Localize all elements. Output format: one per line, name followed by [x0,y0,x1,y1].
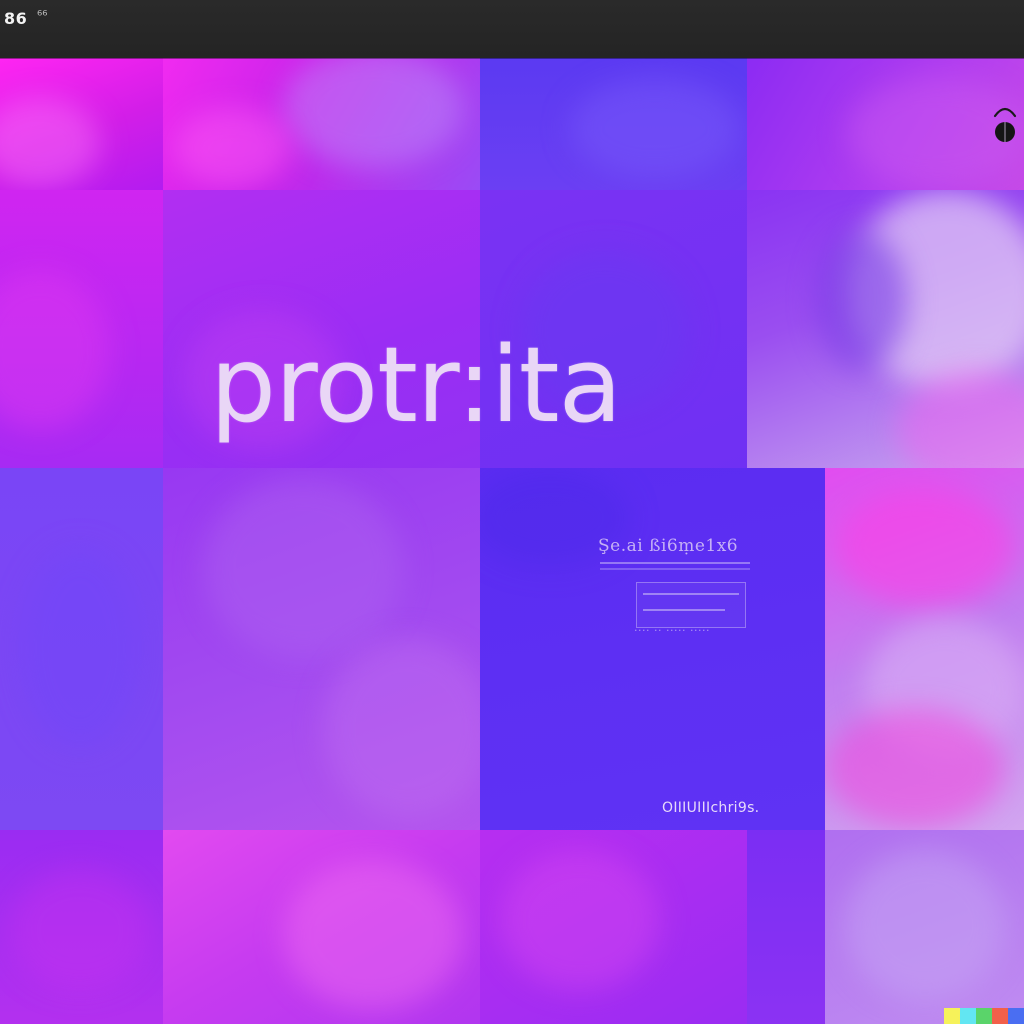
microphone-icon[interactable] [993,104,1017,144]
caption-divider [600,568,750,570]
color-swatch [944,1008,960,1024]
color-swatch [960,1008,976,1024]
color-swatch [992,1008,1008,1024]
caption-line [643,609,725,611]
mosaic-tile[interactable] [0,190,163,468]
mosaic-tile[interactable] [747,830,825,1024]
caption-title: Şe.ai ßi6ṃe1x6 [598,536,739,556]
color-swatch [1008,1008,1024,1024]
tile-credit: OIIIUIIIchri9s. [662,800,760,816]
mosaic-tile[interactable] [747,190,1024,468]
mosaic-tile[interactable] [747,58,1024,190]
brand-wordmark: protr:ita [210,324,622,446]
caption-divider [600,562,750,564]
caption-footnote: ···· ·· ····· ····· [634,624,710,637]
window-title: 86 [4,9,28,28]
mosaic-tile[interactable] [480,58,747,190]
mosaic-tile[interactable] [825,468,1024,830]
app-window: 86 ⁶⁶ protr:ita Şe.ai ßi6ṃe1x6 ···· ·· ·… [0,0,1024,1024]
content-canvas: protr:ita Şe.ai ßi6ṃe1x6 ···· ·· ····· ·… [0,58,1024,1024]
color-swatch [976,1008,992,1024]
mosaic-tile[interactable] [163,468,480,830]
tab-indicator[interactable]: ⁶⁶ [37,9,47,24]
title-bar: 86 ⁶⁶ [0,0,1024,58]
mosaic-tile[interactable] [0,468,163,830]
mosaic-tile[interactable] [0,58,163,190]
mosaic-tile[interactable] [480,468,825,830]
color-strip [944,1008,1024,1024]
mosaic-tile[interactable] [0,830,163,1024]
mosaic-tile[interactable] [163,58,480,190]
mosaic-tile[interactable] [163,830,480,1024]
caption-line [643,593,739,595]
mosaic-tile[interactable] [480,830,747,1024]
caption-thumbnail [636,582,746,628]
mosaic-tile[interactable] [825,830,1024,1024]
caption-card[interactable]: Şe.ai ßi6ṃe1x6 ···· ·· ····· ····· [598,536,754,640]
